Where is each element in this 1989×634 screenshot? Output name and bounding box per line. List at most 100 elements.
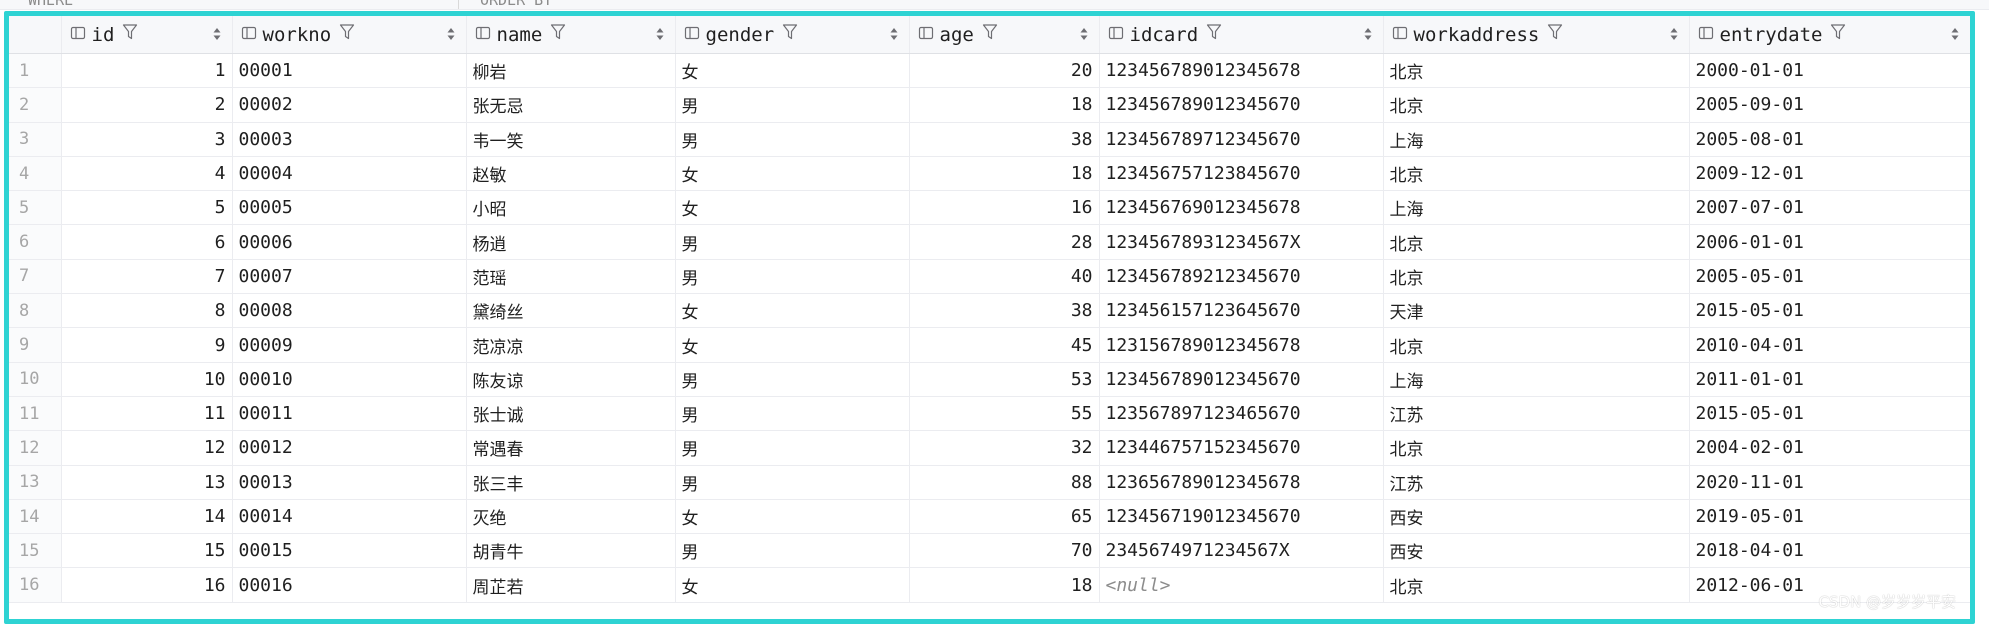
cell-age[interactable]: 40	[909, 259, 1100, 295]
cell-age[interactable]: 38	[909, 293, 1100, 329]
column-header-age[interactable]: age	[909, 16, 1100, 54]
cell-age[interactable]: 55	[909, 396, 1100, 432]
cell-age[interactable]: 16	[909, 190, 1100, 226]
column-header-workno[interactable]: workno	[232, 16, 467, 54]
cell-id[interactable]: 16	[61, 567, 233, 603]
cell-id[interactable]: 12	[61, 430, 233, 466]
cell-entrydate[interactable]: 2015-05-01	[1689, 293, 1970, 329]
cell-workno[interactable]: 00008	[232, 293, 467, 329]
cell-gender[interactable]: 男	[675, 396, 910, 432]
cell-name[interactable]: 范凉凉	[466, 327, 676, 363]
cell-age[interactable]: 88	[909, 465, 1100, 500]
cell-id[interactable]: 5	[61, 190, 233, 226]
cell-entrydate[interactable]: 2018-04-01	[1689, 533, 1970, 569]
cell-gender[interactable]: 男	[675, 533, 910, 569]
cell-name[interactable]: 胡青牛	[466, 533, 676, 569]
cell-idcard[interactable]: 123656789012345678	[1099, 465, 1384, 500]
cell-name[interactable]: 杨逍	[466, 224, 676, 260]
cell-workno[interactable]: 00013	[232, 465, 467, 500]
cell-workno[interactable]: 00004	[232, 156, 467, 192]
table-row[interactable]: 16 16 00016 周芷若女 18 <null> 北京 2012-06-01	[9, 567, 1970, 603]
where-filter-field[interactable]: WHERE	[28, 0, 73, 9]
cell-gender[interactable]: 女	[675, 567, 910, 603]
cell-workno[interactable]: 00007	[232, 259, 467, 295]
cell-name[interactable]: 范瑶	[466, 259, 676, 295]
cell-entrydate[interactable]: 2019-05-01	[1689, 499, 1970, 535]
cell-idcard[interactable]: 123456789012345670	[1099, 362, 1384, 397]
cell-workno[interactable]: 00003	[232, 122, 467, 157]
cell-workno[interactable]: 00012	[232, 430, 467, 466]
cell-workno[interactable]: 00014	[232, 499, 467, 535]
cell-workaddress[interactable]: 北京	[1383, 53, 1690, 89]
cell-idcard[interactable]: 123456769012345678	[1099, 190, 1384, 226]
cell-gender[interactable]: 男	[675, 259, 910, 295]
filter-icon[interactable]	[982, 23, 998, 46]
cell-workaddress[interactable]: 天津	[1383, 293, 1690, 329]
cell-name[interactable]: 周芷若	[466, 567, 676, 603]
cell-id[interactable]: 14	[61, 499, 233, 535]
cell-name[interactable]: 韦一笑	[466, 122, 676, 157]
cell-idcard[interactable]: 123456719012345670	[1099, 499, 1384, 535]
table-row[interactable]: 2 2 00002 张无忌男 18 123456789012345670 北京 2005-09…	[9, 87, 1970, 123]
row-number[interactable]: 8	[9, 293, 62, 329]
cell-id[interactable]: 8	[61, 293, 233, 329]
cell-id[interactable]: 7	[61, 259, 233, 295]
cell-workaddress[interactable]: 西安	[1383, 533, 1690, 569]
cell-idcard[interactable]: 123456757123845670	[1099, 156, 1384, 192]
table-row[interactable]: 12 12 00012 常遇春男 32 123446757152345670 北京 2004-…	[9, 430, 1970, 466]
row-number[interactable]: 3	[9, 122, 62, 157]
sort-icon[interactable]	[212, 24, 222, 46]
cell-entrydate[interactable]: 2000-01-01	[1689, 53, 1970, 89]
cell-name[interactable]: 常遇春	[466, 430, 676, 466]
row-number[interactable]: 13	[9, 465, 62, 500]
row-number[interactable]: 2	[9, 87, 62, 123]
cell-entrydate[interactable]: 2005-05-01	[1689, 259, 1970, 295]
cell-workaddress[interactable]: 北京	[1383, 327, 1690, 363]
column-header-id[interactable]: id	[61, 16, 233, 54]
cell-idcard[interactable]: 12345678931234567X	[1099, 224, 1384, 260]
row-number[interactable]: 12	[9, 430, 62, 466]
cell-name[interactable]: 赵敏	[466, 156, 676, 192]
sort-icon[interactable]	[446, 24, 456, 46]
cell-age[interactable]: 28	[909, 224, 1100, 260]
cell-idcard[interactable]: 123456789712345670	[1099, 122, 1384, 157]
cell-name[interactable]: 黛绮丝	[466, 293, 676, 329]
cell-name[interactable]: 张士诚	[466, 396, 676, 432]
row-number[interactable]: 14	[9, 499, 62, 535]
filter-icon[interactable]	[339, 23, 355, 46]
cell-gender[interactable]: 男	[675, 224, 910, 260]
table-row[interactable]: 3 3 00003 韦一笑男 38 123456789712345670 上海 2005-08…	[9, 122, 1970, 157]
cell-workno[interactable]: 00009	[232, 327, 467, 363]
cell-entrydate[interactable]: 2007-07-01	[1689, 190, 1970, 226]
cell-id[interactable]: 1	[61, 53, 233, 89]
cell-workno[interactable]: 00011	[232, 396, 467, 432]
cell-name[interactable]: 陈友谅	[466, 362, 676, 397]
cell-id[interactable]: 4	[61, 156, 233, 192]
cell-age[interactable]: 45	[909, 327, 1100, 363]
table-row[interactable]: 13 13 00013 张三丰男 88 123656789012345678 江苏 2020-…	[9, 465, 1970, 500]
cell-workno[interactable]: 00016	[232, 567, 467, 603]
cell-gender[interactable]: 女	[675, 499, 910, 535]
table-row[interactable]: 1 1 00001 柳岩女 20 123456789012345678 北京 2000-01-…	[9, 53, 1970, 89]
cell-gender[interactable]: 男	[675, 465, 910, 500]
cell-workaddress[interactable]: 江苏	[1383, 465, 1690, 500]
cell-idcard[interactable]: 123567897123465670	[1099, 396, 1384, 432]
cell-id[interactable]: 2	[61, 87, 233, 123]
cell-workno[interactable]: 00015	[232, 533, 467, 569]
sort-icon[interactable]	[1363, 24, 1373, 46]
row-number[interactable]: 6	[9, 224, 62, 260]
row-number[interactable]: 10	[9, 362, 62, 397]
cell-id[interactable]: 3	[61, 122, 233, 157]
cell-age[interactable]: 18	[909, 156, 1100, 192]
sort-icon[interactable]	[1950, 24, 1960, 46]
cell-name[interactable]: 张三丰	[466, 465, 676, 500]
cell-gender[interactable]: 男	[675, 430, 910, 466]
cell-idcard[interactable]: 2345674971234567X	[1099, 533, 1384, 569]
cell-age[interactable]: 53	[909, 362, 1100, 397]
cell-gender[interactable]: 女	[675, 156, 910, 192]
cell-workno[interactable]: 00005	[232, 190, 467, 226]
cell-idcard[interactable]: 123456789212345670	[1099, 259, 1384, 295]
cell-id[interactable]: 6	[61, 224, 233, 260]
cell-name[interactable]: 灭绝	[466, 499, 676, 535]
cell-id[interactable]: 10	[61, 362, 233, 397]
